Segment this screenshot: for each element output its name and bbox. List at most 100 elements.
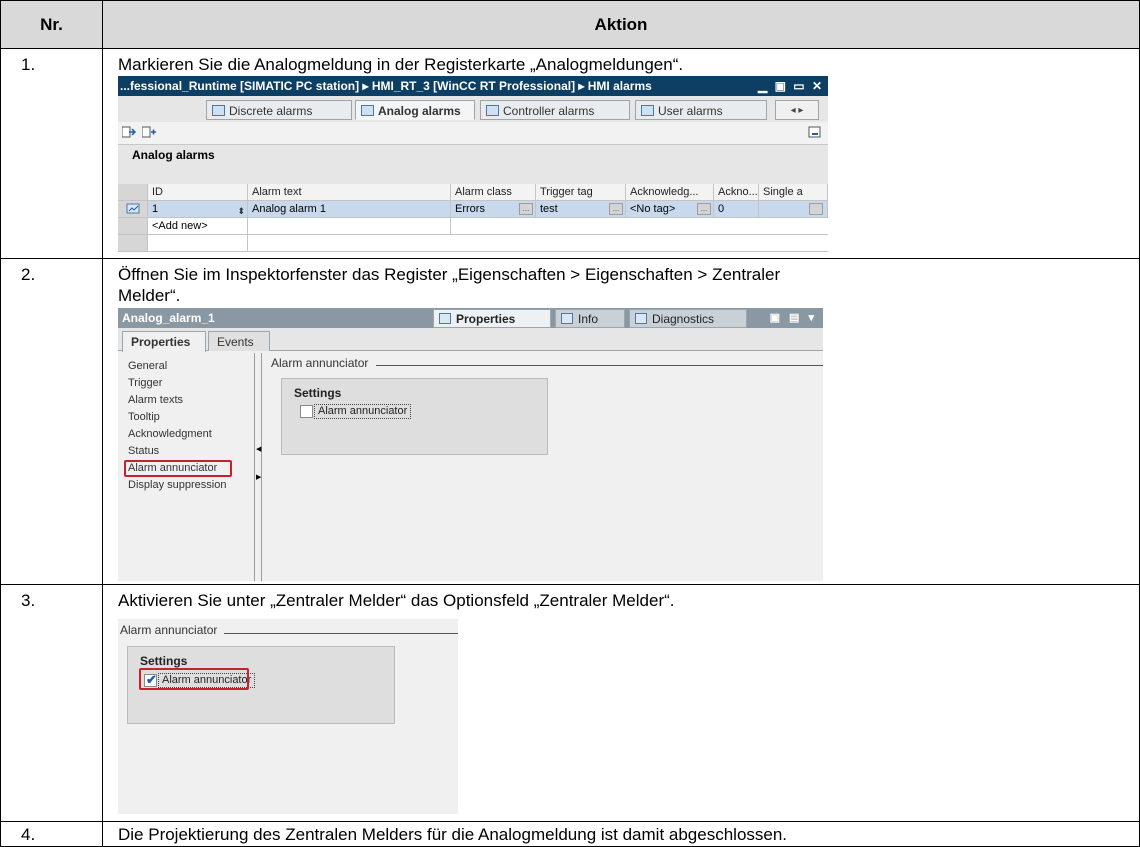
window-title: ...fessional_Runtime [SIMATIC PC station… (120, 79, 652, 93)
tab-label: Properties (456, 312, 516, 326)
nav-item-display-suppression[interactable]: Display suppression (126, 477, 251, 494)
empty-cell (248, 235, 828, 252)
tab-user-alarms[interactable]: User alarms (635, 100, 767, 120)
grid-toolbar (118, 122, 828, 144)
add-row-icon[interactable] (142, 126, 156, 138)
table-row[interactable]: <Add new> (118, 218, 828, 235)
alarm-icon (361, 105, 374, 116)
screenshot-hmi-alarms: ...fessional_Runtime [SIMATIC PC station… (118, 76, 828, 252)
step-text: Öffnen Sie im Inspektorfenster das Regis… (118, 265, 781, 305)
inspector-titlebar: Analog_alarm_1 Properties Info Diagnosti… (118, 308, 823, 328)
column-header[interactable]: Trigger tag (536, 184, 626, 201)
settings-group: Settings Alarm annunciator (281, 378, 548, 455)
table-row (118, 235, 828, 252)
cell-value: test (540, 203, 558, 215)
screenshot-inspector-window: Analog_alarm_1 Properties Info Diagnosti… (118, 308, 823, 581)
browse-button[interactable]: ... (609, 203, 623, 215)
column-header[interactable]: Alarm text (248, 184, 451, 201)
settings-group: Settings ✔ Alarm annunciator (127, 646, 395, 724)
row-header-cell (118, 218, 148, 235)
diagnostics-icon (635, 313, 647, 324)
alarm-grid: ID Alarm text Alarm class Trigger tag Ac… (118, 184, 828, 252)
column-header[interactable]: Single a (759, 184, 828, 201)
cell-ack-value[interactable]: 0 (714, 201, 759, 218)
nav-item-alarm-annunciator[interactable]: Alarm annunciator (124, 460, 232, 477)
export-icon[interactable] (808, 126, 822, 138)
nav-item-general[interactable]: General (126, 358, 251, 375)
checkbox-icon[interactable] (809, 203, 823, 215)
object-name: Analog_alarm_1 (122, 311, 215, 325)
cell-value: 1 (152, 203, 159, 215)
settings-label: Settings (140, 654, 188, 668)
browse-button[interactable]: ... (519, 203, 533, 215)
tab-diagnostics[interactable]: Diagnostics (629, 309, 747, 328)
window-titlebar: ...fessional_Runtime [SIMATIC PC station… (118, 76, 828, 96)
grid-header-row: ID Alarm text Alarm class Trigger tag Ac… (118, 184, 828, 201)
tab-properties[interactable]: Properties (122, 331, 206, 352)
row-header-cell[interactable] (118, 201, 148, 218)
step-row-2: 2. Öffnen Sie im Inspektorfenster das Re… (0, 258, 1140, 585)
tab-properties-top[interactable]: Properties (433, 309, 551, 328)
tab-info[interactable]: Info (555, 309, 625, 328)
analog-alarm-icon (126, 203, 140, 214)
step-text: Markieren Sie die Analogmeldung in der R… (118, 55, 684, 74)
settings-label: Settings (294, 386, 342, 400)
step-action: Öffnen Sie im Inspektorfenster das Regis… (102, 258, 1140, 585)
nav-item-tooltip[interactable]: Tooltip (126, 409, 251, 426)
step-action: Aktivieren Sie unter „Zentraler Melder“ … (102, 584, 1140, 822)
cell-value: <No tag> (630, 203, 676, 215)
browse-button[interactable]: ... (697, 203, 711, 215)
cell-id[interactable]: 1 ⬍ (148, 201, 248, 218)
empty-cell (451, 218, 828, 235)
cell-value: Errors (455, 203, 485, 215)
column-header[interactable]: Acknowledg... (626, 184, 714, 201)
controller-icon (486, 105, 499, 116)
expand-right-icon[interactable]: ▶ (256, 473, 261, 481)
spinner-icon[interactable]: ⬍ (237, 203, 245, 217)
step-text: Die Projektierung des Zentralen Melders … (118, 825, 788, 844)
highlight-frame (139, 668, 249, 690)
collapse-left-icon[interactable]: ◀ (256, 445, 261, 453)
cell-alarm-class[interactable]: Errors... (451, 201, 536, 218)
insert-row-icon[interactable] (122, 126, 136, 138)
section-title: Alarm annunciator (271, 356, 369, 370)
grid-title: Analog alarms (118, 144, 828, 165)
window-controls[interactable]: ▁ ▣ ▭ ✕ (758, 76, 824, 96)
tab-analog-alarms[interactable]: Analog alarms (355, 100, 475, 120)
cell-single-ack[interactable] (759, 201, 828, 218)
tab-events[interactable]: Events (208, 331, 270, 351)
tab-scroll-arrows[interactable]: ◂ ▸ (775, 100, 819, 120)
table-row[interactable]: 1 ⬍ Analog alarm 1 Errors... test... <No … (118, 201, 828, 218)
tab-label: Info (578, 312, 599, 326)
tab-discrete-alarms[interactable]: Discrete alarms (206, 100, 352, 120)
step-row-4: 4. Die Projektierung des Zentralen Melde… (0, 821, 1140, 847)
nav-item-acknowledgment[interactable]: Acknowledgment (126, 426, 251, 443)
header-aktion: Aktion (102, 0, 1140, 49)
step-text: Aktivieren Sie unter „Zentraler Melder“ … (118, 591, 675, 610)
row-header-cell (118, 184, 148, 201)
step-row-3: 3. Aktivieren Sie unter „Zentraler Melde… (0, 584, 1140, 822)
screenshot-alarm-annunciator: Alarm annunciator Settings ✔ Alarm annun… (118, 619, 458, 814)
cell-ack-tag[interactable]: <No tag>... (626, 201, 714, 218)
column-header[interactable]: Ackno... (714, 184, 759, 201)
window-controls[interactable]: ▣ ▤ ▾ (770, 308, 817, 328)
column-header[interactable]: ID (148, 184, 248, 201)
nav-item-status[interactable]: Status (126, 443, 251, 460)
step-row-1: 1. Markieren Sie die Analogmeldung in de… (0, 48, 1140, 259)
nav-splitter[interactable]: ◀ ▶ (254, 353, 262, 581)
checkbox-label[interactable]: Alarm annunciator (314, 404, 412, 419)
inspector-subtabs: Properties Events (118, 328, 823, 352)
cell-trigger-tag[interactable]: test... (536, 201, 626, 218)
nav-item-alarm-texts[interactable]: Alarm texts (126, 392, 251, 409)
nav-item-trigger[interactable]: Trigger (126, 375, 251, 392)
tab-controller-alarms[interactable]: Controller alarms (480, 100, 630, 120)
alarm-icon (212, 105, 225, 116)
row-header-cell (118, 235, 148, 252)
column-header[interactable]: Alarm class (451, 184, 536, 201)
step-number: 4. (0, 821, 103, 847)
alarm-annunciator-checkbox[interactable] (300, 405, 313, 418)
step-action: Markieren Sie die Analogmeldung in der R… (102, 48, 1140, 259)
add-new-cell[interactable]: <Add new> (148, 218, 248, 235)
cell-alarm-text[interactable]: Analog alarm 1 (248, 201, 451, 218)
tab-label: Controller alarms (503, 104, 595, 118)
